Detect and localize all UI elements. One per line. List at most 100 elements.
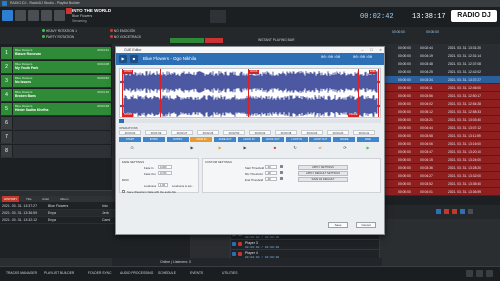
playlist-row[interactable]: 4 Blue Flowers Broken Bans 00:04:16 xyxy=(0,88,112,102)
fade-out-field[interactable]: 0.474 xyxy=(158,171,172,175)
loop-icon[interactable]: ↻ xyxy=(284,144,306,152)
start-marker[interactable] xyxy=(122,69,123,117)
stop-icon[interactable] xyxy=(238,242,242,246)
timeline-value[interactable]: 00:04:20 xyxy=(327,130,349,135)
right-list-row[interactable]: 00:00:00 00:04:19 2021. 03. 31. 12:31:14 xyxy=(382,52,500,60)
timeline-value[interactable]: 00:04:41 xyxy=(353,130,375,135)
settings-icon[interactable] xyxy=(54,10,65,21)
timeline-value[interactable]: 00:02:50 xyxy=(223,130,245,135)
no-voicetrack-toggle[interactable]: NO VOICETRACK xyxy=(110,35,141,39)
play-fade-icon[interactable]: ▶ xyxy=(209,144,231,152)
apply-default-settings-button[interactable]: APPLY DEFAULT SETTINGS xyxy=(298,171,348,176)
settings-icon[interactable] xyxy=(468,209,473,214)
fade-in-field[interactable]: 0.200 xyxy=(158,165,172,169)
loudness-field[interactable]: 1.00 xyxy=(158,183,168,187)
hook-marker[interactable] xyxy=(248,69,249,117)
right-list-row[interactable]: 00:00:00 00:04:15 2021. 03. 31. 13:24:00 xyxy=(382,156,500,164)
right-list-row[interactable]: 00:00:00 00:04:01 2021. 03. 31. 13:36:59 xyxy=(382,188,500,196)
cue-point-button[interactable]: LOOP IN xyxy=(285,137,308,142)
cue-point-button[interactable]: HOOK IN xyxy=(238,137,260,142)
save-as-default-button[interactable]: SAVE AS DEFAULT xyxy=(298,177,348,182)
tab-album[interactable]: Album xyxy=(58,196,71,202)
scroll-thumb[interactable] xyxy=(119,119,124,123)
record-icon[interactable] xyxy=(452,209,457,214)
xfade-marker[interactable] xyxy=(358,69,359,117)
save-button[interactable]: Save xyxy=(328,222,348,228)
right-list-row[interactable]: 00:00:00 00:04:44 2021. 03. 31. 13:07:12 xyxy=(382,124,500,132)
playlist-row[interactable]: 3 Blue Flowers No Issues 00:03:52 xyxy=(0,74,112,88)
cue-point-button[interactable]: OUTRO xyxy=(166,137,189,142)
right-list-row[interactable]: 00:00:00 00:04:06 2021. 03. 31. 13:16:00 xyxy=(382,140,500,148)
right-list-row[interactable]: 00:00:00 00:03:47 2021. 03. 31. 13:20:10 xyxy=(382,148,500,156)
pause-icon[interactable] xyxy=(41,10,52,21)
right-list-row[interactable]: 00:00:00 00:04:02 2021. 03. 31. 12:54:28 xyxy=(382,100,500,108)
timeline-value[interactable]: 00:03:22 xyxy=(249,130,271,135)
tab-history[interactable]: HISTORY xyxy=(2,196,20,202)
start-threshold-field[interactable]: -34 xyxy=(265,165,277,169)
bottom-nav-item[interactable]: AUDIO PROCESSING xyxy=(120,271,153,275)
playlist-row[interactable]: 8 xyxy=(0,144,112,158)
tab-artist[interactable]: Artist xyxy=(40,196,51,202)
cue-point-button[interactable]: XFADE xyxy=(333,137,356,142)
waveform-view[interactable]: INTRO START HOOK XFADE END xyxy=(119,68,381,118)
right-list-row[interactable]: 00:00:00 00:03:52 2021. 03. 31. 13:35:40 xyxy=(382,180,500,188)
waveform-scrollbar[interactable] xyxy=(119,119,381,123)
bottom-nav-item[interactable]: TRACKS MANAGER xyxy=(6,271,37,275)
timeline-value[interactable]: 00:02:27 xyxy=(171,130,193,135)
start-threshold-toggle[interactable] xyxy=(280,165,283,168)
timeline-value[interactable]: 00:00:00 xyxy=(119,130,141,135)
no-emotions-toggle[interactable]: NO EMOCIÓK xyxy=(110,29,135,33)
playlist-row[interactable]: 5 Blue Flowers Hinter Sadha Khefha 00:03:48 xyxy=(0,102,112,116)
right-list-row[interactable]: 00:00:00 00:03:56 2021. 03. 31. 12:50:17 xyxy=(382,92,500,100)
right-list-row[interactable]: 00:00:00 00:03:34 2021. 03. 31. 13:37:27 xyxy=(382,76,500,84)
gear-icon[interactable] xyxy=(466,270,473,277)
right-list-row[interactable]: 00:00:00 00:02:44 2021. 03. 31. 13:31:20 xyxy=(382,44,500,52)
cue-point-button[interactable]: FADE IN xyxy=(190,137,213,142)
intro-marker[interactable] xyxy=(160,69,161,117)
bottom-nav-item[interactable]: PLAYLIST BUILDER xyxy=(44,271,74,275)
play-icon[interactable]: ▶ xyxy=(119,55,127,63)
playlist-row[interactable]: 2 Blue Flowers My Youth Park 00:04:08 xyxy=(0,60,112,74)
stop-cue-icon[interactable]: ■ xyxy=(264,144,286,152)
end-marker[interactable] xyxy=(378,69,379,117)
cue-point-button[interactable]: LOOP OUT xyxy=(309,137,332,142)
right-list-row[interactable]: 00:00:00 00:04:25 2021. 03. 31. 12:42:02 xyxy=(382,68,500,76)
cue-point-button[interactable]: END xyxy=(357,137,379,142)
mix-threshold-field[interactable]: -18 xyxy=(265,171,277,175)
tab-title[interactable]: Title xyxy=(24,196,34,202)
timeline-value[interactable]: 00:01:09 xyxy=(145,130,167,135)
play-from-icon[interactable]: ▶ xyxy=(181,144,203,152)
end-threshold-toggle[interactable] xyxy=(280,177,283,180)
stop-icon[interactable] xyxy=(238,252,242,256)
mix-threshold-toggle[interactable] xyxy=(280,171,283,174)
play-cue-icon[interactable]: ⊙ xyxy=(121,144,143,152)
instant-playing-bar[interactable]: INSTANT PLAYING BAR xyxy=(258,38,294,42)
play-icon[interactable] xyxy=(232,252,236,256)
next-icon[interactable] xyxy=(460,209,465,214)
play-icon[interactable] xyxy=(232,242,236,246)
bottom-nav-item[interactable]: EVENTS xyxy=(190,271,203,275)
stop-icon[interactable] xyxy=(444,209,449,214)
playlist-row[interactable]: 1 Blue Flowers Blasze Ronovan 00:04:31 xyxy=(0,46,112,60)
mix-icon[interactable]: ⇄ xyxy=(309,144,331,152)
prev-icon[interactable] xyxy=(436,209,441,214)
bottom-nav-item[interactable]: SCHEDULE xyxy=(158,271,176,275)
playlist-row[interactable]: 6 xyxy=(0,116,112,130)
bottom-nav-item[interactable]: UTILITIES xyxy=(222,271,237,275)
play-end-icon[interactable]: ▶ xyxy=(357,144,379,152)
right-list-row[interactable]: 00:00:00 00:03:58 2021. 03. 31. 13:11:59 xyxy=(382,132,500,140)
end-threshold-field[interactable]: -30 xyxy=(265,177,277,181)
cue-point-button[interactable]: FADE OUT xyxy=(214,137,237,142)
apply-settings-button[interactable]: APPLY SETTINGS xyxy=(298,165,348,170)
auto-icon[interactable]: ⟳ xyxy=(334,144,356,152)
save-waveform-checkbox[interactable] xyxy=(122,190,125,193)
playlist-row[interactable]: 7 xyxy=(0,130,112,144)
next-icon[interactable] xyxy=(28,10,39,21)
right-list-row[interactable]: 00:00:00 00:04:27 2021. 03. 31. 13:32:00 xyxy=(382,172,500,180)
right-list-row[interactable]: 00:00:00 00:03:36 2021. 03. 31. 13:28:20 xyxy=(382,164,500,172)
play-icon[interactable] xyxy=(2,10,13,21)
right-list-row[interactable]: 00:00:00 00:03:21 2021. 03. 31. 13:03:40 xyxy=(382,116,500,124)
right-list-row[interactable]: 00:00:00 00:03:48 2021. 03. 31. 12:37:08 xyxy=(382,60,500,68)
cue-point-button[interactable]: HOOK OUT xyxy=(261,137,284,142)
cancel-button[interactable]: Cancel xyxy=(356,222,376,228)
